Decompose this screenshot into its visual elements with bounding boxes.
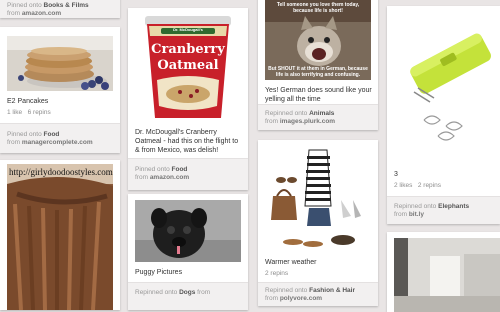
source-link[interactable]: managercomplete.com (22, 139, 93, 146)
watermark-text: http://girlydoodoostyles.com (9, 167, 113, 177)
pin-attribution: Pinned onto Food from managercomplete.co… (7, 131, 93, 146)
pug-illustration (135, 200, 241, 262)
pin-card-clip-dispenser[interactable]: 3 2 likes 2 repins Repinned onto Elephan… (387, 6, 500, 224)
board-link[interactable]: Animals (309, 110, 334, 117)
meme-bottom-text: But SHOUT it at them in German, because … (268, 66, 368, 78)
pin-footer: Pinned onto Food from managercomplete.co… (0, 123, 120, 153)
pin-attribution: Repinned onto Fashion & Hair from polyvo… (265, 287, 355, 302)
repins-count[interactable]: 2 repins (418, 182, 441, 189)
pin-attribution: Repinned onto Animals from images.plurk.… (265, 110, 336, 125)
pin-attribution: Repinned onto Elephants from bit.ly (394, 203, 470, 218)
pin-description: Warmer weather (265, 259, 317, 266)
braid-illustration (7, 164, 113, 310)
pin-description: E2 Pancakes (7, 98, 49, 105)
source-link[interactable]: polyvore.com (280, 295, 322, 302)
board-link[interactable]: Dogs (179, 289, 195, 296)
source-link[interactable]: bit.ly (409, 211, 424, 218)
outfit-illustration (265, 146, 371, 254)
pin-image-pancakes[interactable] (7, 36, 113, 91)
pin-footer: Repinned onto Animals from images.plurk.… (258, 104, 378, 130)
pin-footer: Repinned onto Elephants from bit.ly (387, 196, 500, 224)
pin-card-oatmeal[interactable]: Dr. McDougall's Cranberry Oatmeal Dr. Mc… (128, 8, 248, 190)
pin-attribution: Pinned onto Food from amazon.com (135, 166, 190, 181)
pin-footer: Repinned onto Fashion & Hair from polyvo… (258, 282, 378, 306)
meme-top-text: Tell someone you love them today, becaus… (276, 2, 360, 14)
pin-card-books[interactable]: Pinned onto Books & Films from amazon.co… (0, 0, 120, 18)
pin-image-oatmeal[interactable]: Dr. McDougall's Cranberry Oatmeal (135, 14, 241, 124)
likes-count[interactable]: 2 likes (394, 182, 412, 189)
interior-illustration (394, 238, 500, 312)
source-link[interactable]: images.plurk.com (280, 118, 335, 125)
board-link[interactable]: Food (44, 131, 60, 138)
pin-image-german-cat[interactable]: Tell someone you love them today, becaus… (265, 0, 371, 80)
pin-stats: 2 repins (265, 270, 288, 277)
pin-footer: Pinned onto Books & Films from amazon.co… (0, 0, 120, 18)
pin-card-braid[interactable]: http://girlydoodoostyles.com (0, 160, 120, 310)
pin-description: Yes! German does sound like your yelling… (265, 87, 372, 103)
pancakes-illustration (7, 36, 113, 91)
pin-description: Puggy Pictures (135, 269, 183, 276)
board-link[interactable]: Elephants (438, 203, 469, 210)
pin-image-puggy[interactable] (135, 200, 241, 262)
pin-card-pancakes[interactable]: E2 Pancakes 1 like 6 repins Pinned onto … (0, 27, 120, 153)
pin-footer: Pinned onto Food from amazon.com (128, 158, 248, 190)
pin-card-german-cat[interactable]: Tell someone you love them today, becaus… (258, 0, 378, 130)
repins-count[interactable]: 2 repins (265, 270, 288, 277)
pin-card-warmer-weather[interactable]: Warmer weather 2 repins Repinned onto Fa… (258, 140, 378, 306)
pin-image-outfit[interactable] (265, 146, 371, 254)
repins-count[interactable]: 6 repins (28, 109, 51, 116)
board-link[interactable]: Fashion & Hair (309, 287, 355, 294)
board-link[interactable]: Books & Films (44, 2, 89, 9)
striped-top (304, 149, 332, 207)
pin-image-braid[interactable]: http://girlydoodoostyles.com (7, 164, 113, 310)
pin-description: 3 (394, 171, 398, 178)
clip-dispenser-illustration (394, 12, 500, 162)
pin-footer: Repinned onto Dogs from (128, 282, 248, 310)
cup-title-line-1: Cranberry (151, 42, 225, 57)
cup-brand-text: Dr. McDougall's (173, 27, 203, 32)
pin-stats: 2 likes 2 repins (394, 182, 441, 189)
pin-description: Dr. McDougall's Cranberry Oatmeal - had … (135, 129, 239, 154)
source-link[interactable]: amazon.com (150, 174, 189, 181)
pin-attribution: Repinned onto Dogs from (135, 289, 211, 296)
board-link[interactable]: Food (172, 166, 188, 173)
pin-stats: 1 like 6 repins (7, 109, 51, 116)
pin-image-interior[interactable] (394, 238, 500, 312)
source-link[interactable]: amazon.com (22, 10, 61, 17)
pin-image-clip-dispenser[interactable] (394, 12, 500, 162)
pin-attribution: Pinned onto Books & Films from amazon.co… (7, 2, 89, 17)
pin-card-interior[interactable] (387, 232, 500, 312)
likes-count[interactable]: 1 like (7, 109, 22, 116)
cup-title-line-2: Oatmeal (157, 58, 219, 73)
pin-card-puggy[interactable]: Puggy Pictures Repinned onto Dogs from (128, 194, 248, 310)
